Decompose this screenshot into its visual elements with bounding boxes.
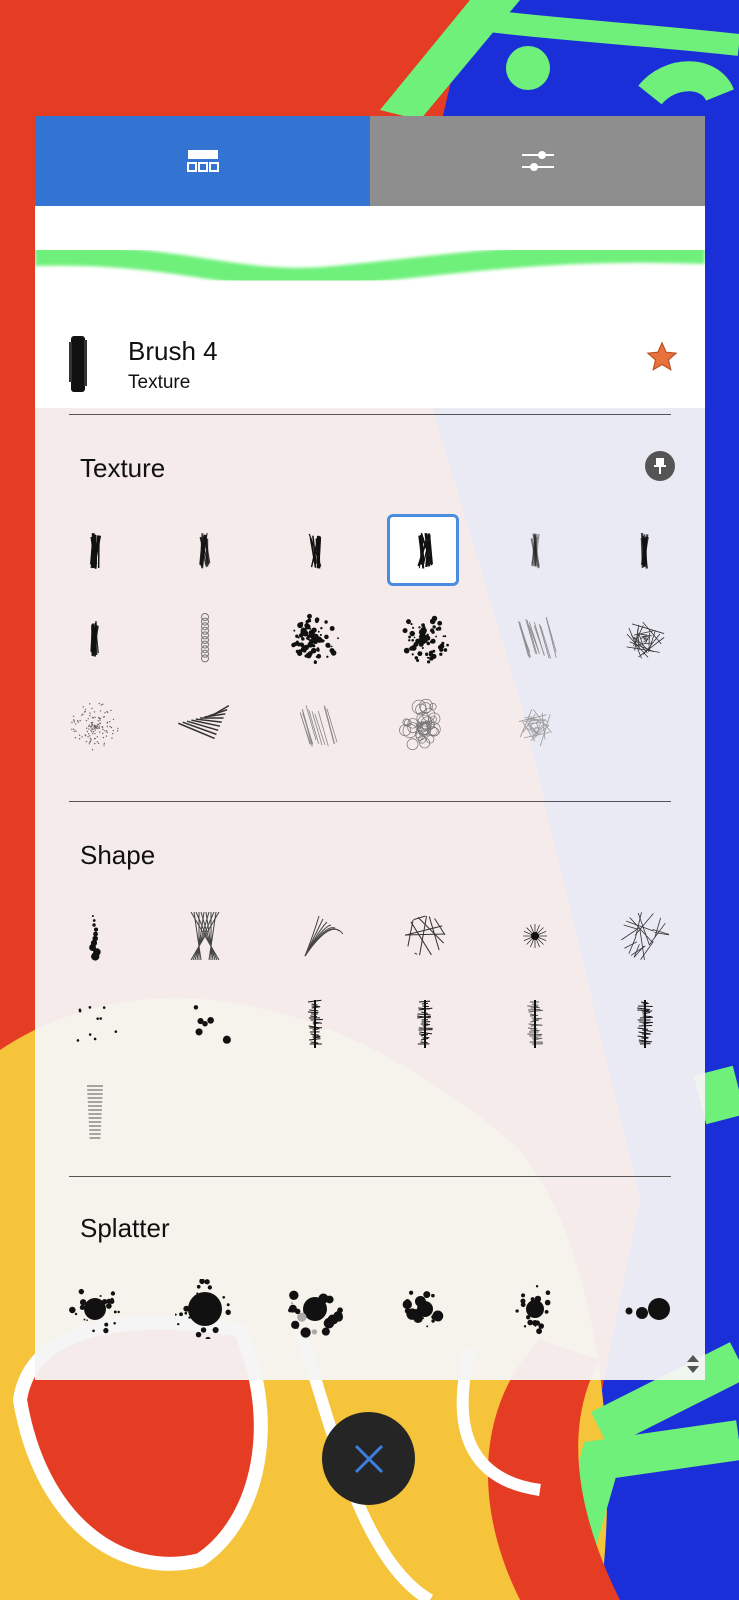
shape-brush-thumbnail <box>304 915 344 957</box>
shape-brush-thumbnail <box>193 1005 231 1044</box>
shape-brush-13[interactable] <box>40 1068 150 1156</box>
shape-brush-grid <box>35 892 705 1156</box>
texture-brush-13[interactable] <box>40 683 150 771</box>
shape-brush-thumbnail <box>637 1000 653 1048</box>
brush-category: Texture <box>128 372 191 393</box>
panel-tabs <box>35 116 705 206</box>
shape-brush-10[interactable] <box>370 980 480 1068</box>
pin-icon[interactable] <box>645 451 675 481</box>
texture-brush-15[interactable] <box>260 683 370 771</box>
splatter-brush-thumbnail <box>625 1298 670 1320</box>
texture-brush-1[interactable] <box>40 507 150 595</box>
shape-brush-thumbnail <box>404 915 446 956</box>
shape-brush-thumbnail <box>87 1085 103 1139</box>
texture-brush-thumbnail <box>530 533 540 569</box>
texture-brush-5[interactable] <box>480 507 590 595</box>
texture-brush-9[interactable] <box>260 595 370 683</box>
texture-brush-2[interactable] <box>150 507 260 595</box>
shape-brush-4[interactable] <box>370 892 480 980</box>
section-title-splatter: Splatter <box>80 1213 170 1243</box>
shape-brush-9[interactable] <box>260 980 370 1068</box>
texture-brush-thumbnail <box>90 621 99 657</box>
texture-brush-10[interactable] <box>370 595 480 683</box>
shape-brush-3[interactable] <box>260 892 370 980</box>
brush-stroke-preview <box>35 206 705 318</box>
brush-name: Brush 4 <box>128 336 218 366</box>
texture-brush-7[interactable] <box>40 595 150 683</box>
brush-picker-panel: Brush 4 Texture Texture Shape Splatter <box>35 116 705 1380</box>
shape-brush-6[interactable] <box>590 892 700 980</box>
texture-brush-3[interactable] <box>260 507 370 595</box>
current-brush-header[interactable]: Brush 4 Texture <box>35 318 705 408</box>
splatter-brush-thumbnail <box>175 1279 231 1339</box>
shape-brush-thumbnail <box>621 912 670 961</box>
shape-section: Shape <box>35 802 705 1156</box>
texture-brush-thumbnail <box>308 533 322 569</box>
section-title-shape: Shape <box>80 840 156 870</box>
splatter-brush-2[interactable] <box>150 1265 260 1353</box>
shape-brush-11[interactable] <box>480 980 590 1068</box>
texture-brush-6[interactable] <box>590 507 700 595</box>
texture-brush-17[interactable] <box>480 683 590 771</box>
texture-section: Texture <box>35 415 705 771</box>
texture-brush-8[interactable] <box>150 595 260 683</box>
splatter-brush-thumbnail <box>288 1290 343 1338</box>
shape-brush-5[interactable] <box>480 892 590 980</box>
brush-settings-tab[interactable] <box>370 116 705 206</box>
close-icon <box>354 1444 383 1473</box>
shape-brush-thumbnail <box>522 923 547 949</box>
splatter-brush-grid <box>35 1265 705 1353</box>
texture-brush-16[interactable] <box>370 683 480 771</box>
splatter-brush-4[interactable] <box>370 1265 480 1353</box>
texture-brush-thumbnail <box>640 532 649 569</box>
shape-brush-thumbnail <box>527 1000 543 1048</box>
shape-brush-8[interactable] <box>150 980 260 1068</box>
texture-brush-grid <box>35 507 705 771</box>
texture-brush-thumbnail <box>90 533 102 569</box>
star-icon[interactable] <box>645 340 679 374</box>
texture-brush-thumbnail <box>299 705 338 747</box>
texture-brush-thumbnail <box>417 532 433 569</box>
resize-handle-icon[interactable] <box>685 1354 701 1374</box>
texture-brush-thumbnail <box>71 702 119 751</box>
shape-brush-thumbnail <box>89 915 101 961</box>
shape-brush-7[interactable] <box>40 980 150 1068</box>
texture-brush-14[interactable] <box>150 683 260 771</box>
splatter-brush-1[interactable] <box>40 1265 150 1353</box>
texture-brush-12[interactable] <box>590 595 700 683</box>
texture-brush-thumbnail <box>291 613 339 664</box>
close-button[interactable] <box>322 1412 415 1505</box>
splatter-brush-thumbnail <box>515 1285 551 1335</box>
shape-brush-2[interactable] <box>150 892 260 980</box>
texture-brush-thumbnail <box>201 613 209 663</box>
splatter-section: Splatter <box>35 1177 705 1353</box>
texture-brush-thumbnail <box>402 615 449 664</box>
shape-brush-12[interactable] <box>590 980 700 1068</box>
shape-brush-thumbnail <box>307 999 323 1048</box>
brush-grid-icon <box>186 150 219 172</box>
texture-brush-thumbnail <box>518 709 552 747</box>
stroke-preview-image <box>35 242 705 288</box>
section-title-texture: Texture <box>80 453 166 483</box>
texture-brush-thumbnail <box>518 616 557 659</box>
texture-brush-4[interactable] <box>370 507 480 595</box>
sliders-icon <box>521 151 554 171</box>
brush-thumbnail <box>69 336 87 392</box>
brush-library-tab[interactable] <box>35 116 370 206</box>
texture-brush-11[interactable] <box>480 595 590 683</box>
splatter-brush-thumbnail <box>402 1290 444 1328</box>
splatter-brush-thumbnail <box>69 1288 120 1334</box>
shape-brush-1[interactable] <box>40 892 150 980</box>
texture-brush-thumbnail <box>626 621 665 659</box>
splatter-brush-3[interactable] <box>260 1265 370 1353</box>
texture-brush-thumbnail <box>399 698 441 751</box>
shape-brush-thumbnail <box>417 1000 433 1048</box>
texture-brush-thumbnail <box>178 705 230 740</box>
shape-brush-thumbnail <box>76 1006 118 1042</box>
splatter-brush-5[interactable] <box>480 1265 590 1353</box>
shape-brush-thumbnail <box>190 911 220 961</box>
texture-brush-thumbnail <box>199 532 211 569</box>
splatter-brush-6[interactable] <box>590 1265 700 1353</box>
